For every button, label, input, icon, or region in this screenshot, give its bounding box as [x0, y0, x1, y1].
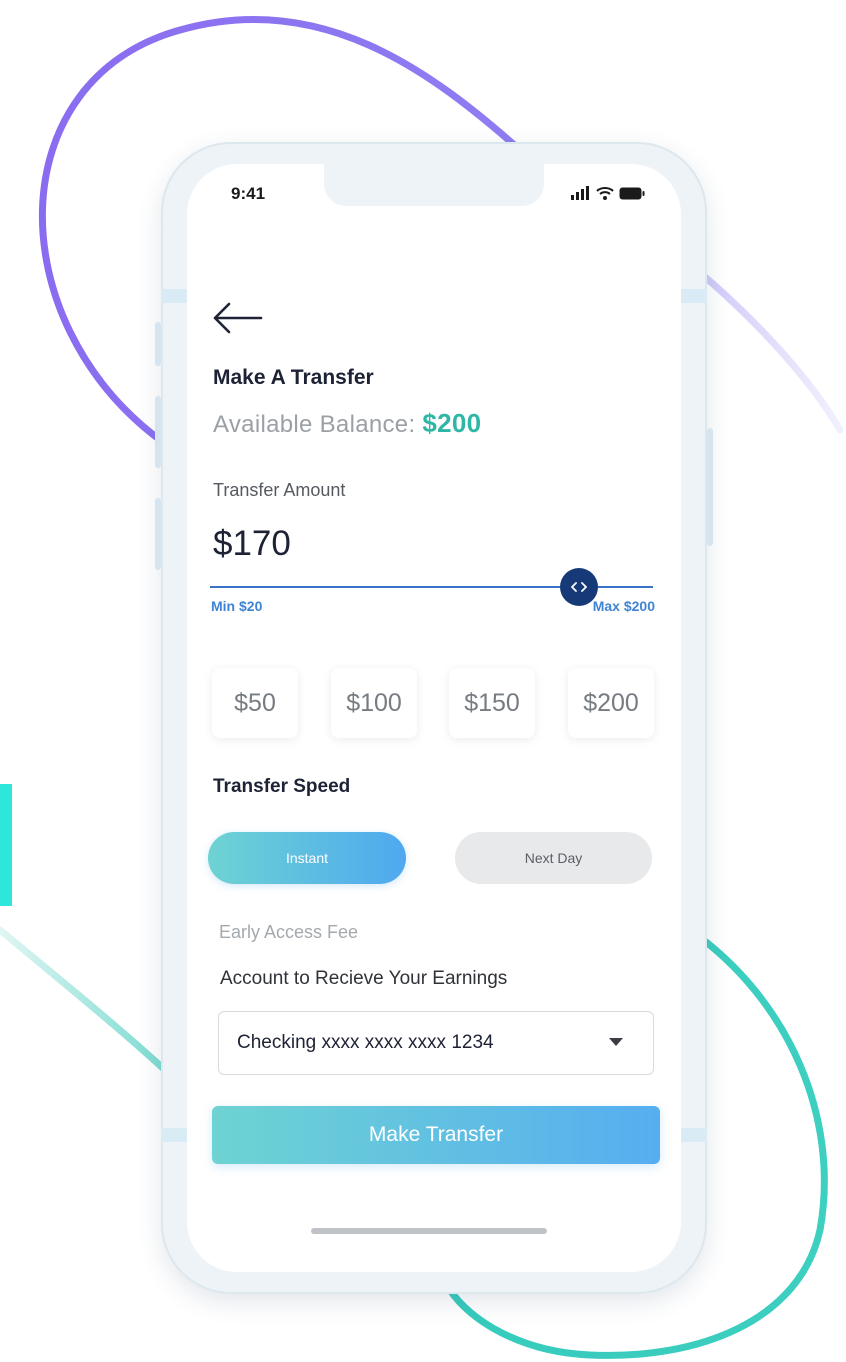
quick-amount-button[interactable]: $100: [331, 668, 417, 738]
transfer-amount-value: $170: [213, 524, 291, 563]
slider-min-label: Min $20: [211, 598, 263, 614]
balance-value: $200: [422, 408, 482, 438]
frame-band: [161, 1128, 187, 1142]
account-select[interactable]: Checking xxxx xxxx xxxx 1234: [218, 1011, 654, 1075]
notch: [324, 164, 544, 206]
early-access-fee-label: Early Access Fee: [219, 922, 359, 942]
amount-slider[interactable]: [210, 568, 653, 608]
quick-amount-button[interactable]: $150: [449, 668, 535, 738]
transfer-amount-label: Transfer Amount: [213, 480, 346, 500]
speed-instant-button[interactable]: Instant: [208, 832, 406, 884]
frame-band: [681, 289, 707, 303]
quick-amount-button[interactable]: $200: [568, 668, 654, 738]
speed-next-day-button[interactable]: Next Day: [455, 832, 652, 884]
caret-down-icon: [609, 1038, 623, 1046]
home-indicator: [311, 1228, 547, 1234]
back-arrow-icon[interactable]: [209, 300, 265, 336]
available-balance: Available Balance: $200: [213, 408, 481, 439]
account-label: Account to Recieve Your Earnings: [220, 968, 508, 989]
teal-accent-bar: [0, 784, 12, 906]
battery-icon: [619, 187, 645, 199]
account-select-value: Checking xxxx xxxx xxxx 1234: [237, 1032, 494, 1053]
frame-band: [681, 1128, 707, 1142]
volume-up-button: [155, 396, 161, 468]
status-icons: [571, 186, 645, 200]
balance-label: Available Balance:: [213, 411, 416, 438]
power-button: [707, 428, 713, 546]
mute-switch: [155, 322, 161, 366]
status-time: 9:41: [231, 184, 266, 203]
wifi-icon: [596, 187, 614, 200]
chevrons-left-right-icon: [571, 582, 588, 592]
signal-icon: [571, 186, 589, 200]
quick-amount-button[interactable]: $50: [212, 668, 298, 738]
slider-max-label: Max $200: [592, 598, 655, 614]
volume-down-button: [155, 498, 161, 570]
make-transfer-button[interactable]: Make Transfer: [212, 1106, 660, 1164]
page-title: Make A Transfer: [213, 366, 374, 389]
phone-screen: 9:41 Make A Transfer Available Balance: …: [187, 164, 681, 1272]
transfer-speed-title: Transfer Speed: [213, 776, 351, 797]
frame-band: [161, 289, 187, 303]
